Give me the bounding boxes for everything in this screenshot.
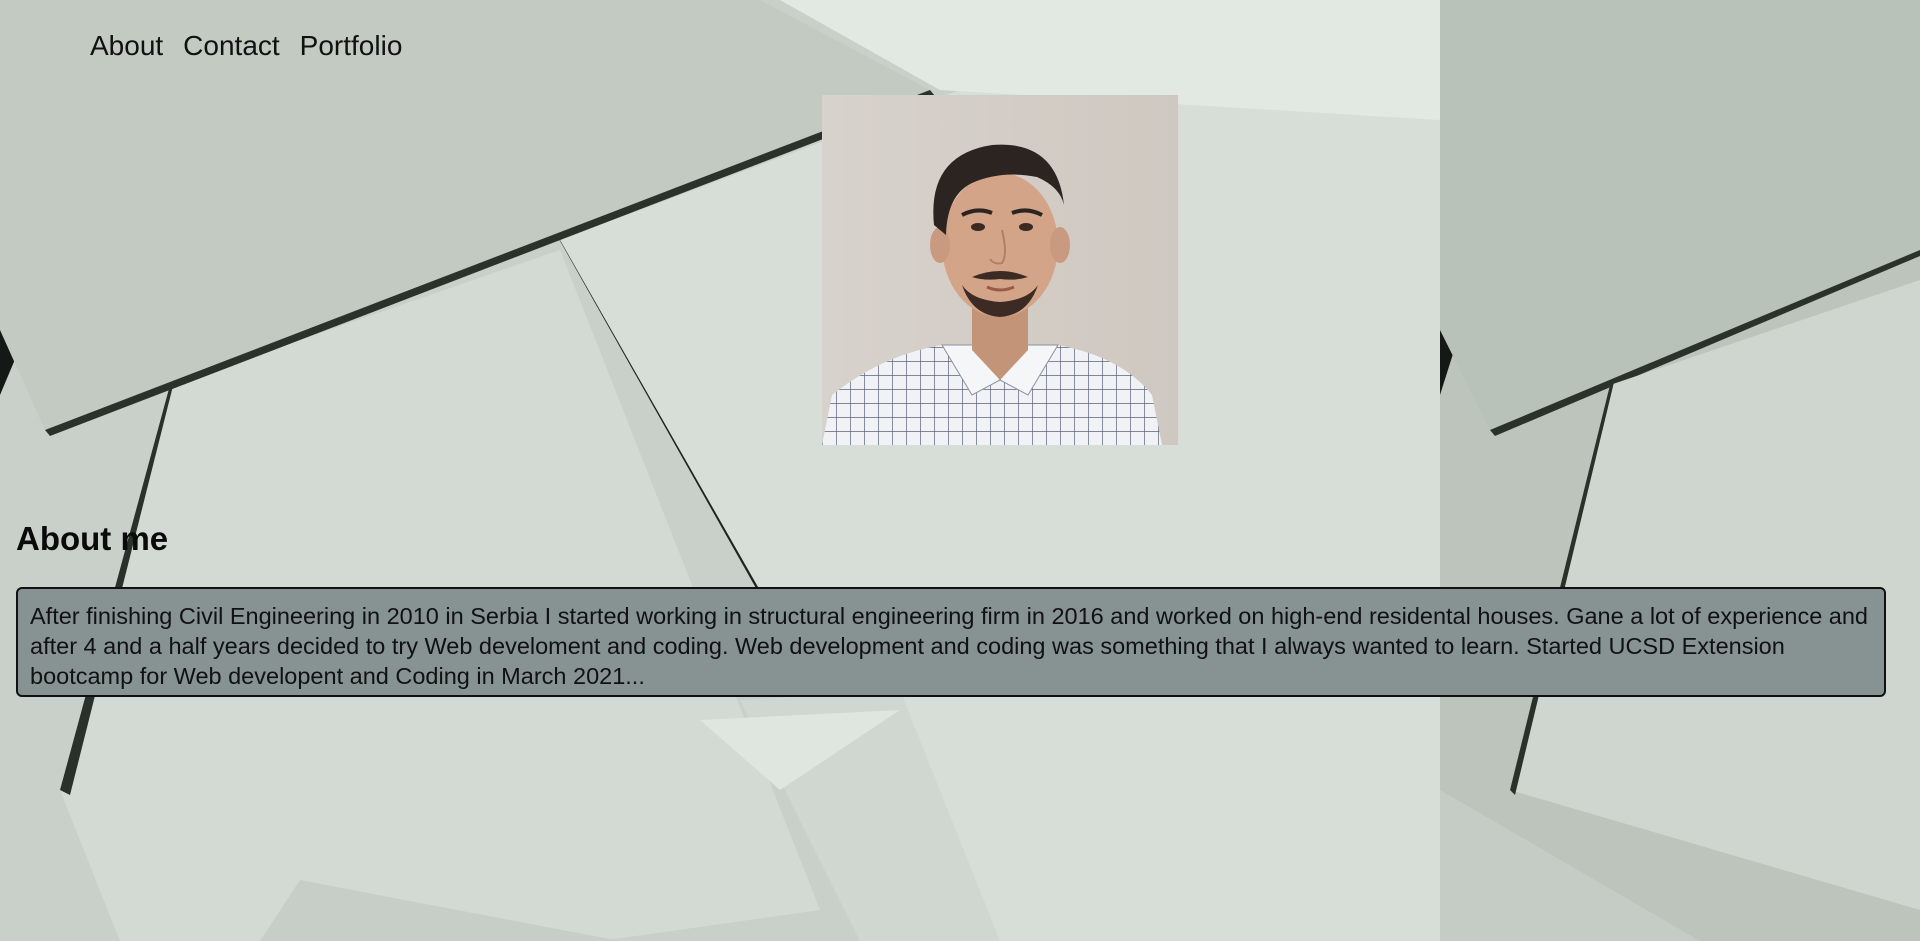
nav-link-about[interactable]: About bbox=[90, 30, 163, 62]
about-body-text: After finishing Civil Engineering in 201… bbox=[30, 603, 1869, 689]
main-nav: About Contact Portfolio bbox=[90, 30, 402, 62]
about-card: After finishing Civil Engineering in 201… bbox=[16, 587, 1886, 697]
profile-photo bbox=[822, 95, 1178, 445]
nav-link-portfolio[interactable]: Portfolio bbox=[300, 30, 403, 62]
nav-link-contact[interactable]: Contact bbox=[183, 30, 280, 62]
about-heading: About me bbox=[16, 520, 169, 557]
